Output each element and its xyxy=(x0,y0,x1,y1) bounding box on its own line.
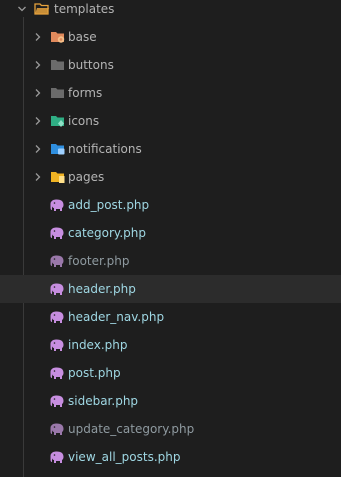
tree-folder-notifications[interactable]: notifications xyxy=(0,135,341,163)
folder-pages-icon xyxy=(50,170,66,184)
php-elephant-icon xyxy=(49,422,65,436)
tree-file-update-category[interactable]: update_category.php xyxy=(0,415,341,443)
folder-icon xyxy=(50,58,66,72)
folder-icon xyxy=(50,86,66,100)
tree-item-label: templates xyxy=(54,2,115,16)
tree-item-label: forms xyxy=(68,86,103,100)
php-elephant-icon xyxy=(49,282,65,296)
tree-file-header-nav[interactable]: header_nav.php xyxy=(0,303,341,331)
tree-folder-forms[interactable]: forms xyxy=(0,79,341,107)
tree-item-label: update_category.php xyxy=(68,422,195,436)
php-elephant-icon xyxy=(49,310,65,324)
tree-file-footer[interactable]: footer.php xyxy=(0,247,341,275)
folder-base-icon xyxy=(50,30,66,44)
tree-folder-templates[interactable]: templates xyxy=(0,0,341,23)
tree-folder-icons[interactable]: icons xyxy=(0,107,341,135)
chevron-right-icon[interactable] xyxy=(32,107,44,135)
chevron-right-icon[interactable] xyxy=(32,163,44,191)
tree-folder-buttons[interactable]: buttons xyxy=(0,51,341,79)
php-elephant-icon xyxy=(49,198,65,212)
tree-item-label: category.php xyxy=(68,226,146,240)
tree-item-label: footer.php xyxy=(68,254,130,268)
php-elephant-icon xyxy=(49,226,65,240)
chevron-right-icon[interactable] xyxy=(32,79,44,107)
php-elephant-icon xyxy=(49,450,65,464)
tree-folder-base[interactable]: base xyxy=(0,23,341,51)
tree-file-header[interactable]: header.php xyxy=(0,275,341,303)
php-elephant-icon xyxy=(49,394,65,408)
folder-open-icon xyxy=(34,2,50,16)
tree-item-label: header.php xyxy=(68,282,136,296)
tree-item-label: notifications xyxy=(68,142,142,156)
tree-item-label: view_all_posts.php xyxy=(68,450,181,464)
chevron-right-icon[interactable] xyxy=(32,135,44,163)
tree-item-label: header_nav.php xyxy=(68,310,165,324)
tree-file-category[interactable]: category.php xyxy=(0,219,341,247)
tree-item-label: pages xyxy=(68,170,105,184)
tree-item-label: index.php xyxy=(68,338,128,352)
php-elephant-icon xyxy=(49,366,65,380)
tree-item-label: sidebar.php xyxy=(68,394,139,408)
tree-file-add-post[interactable]: add_post.php xyxy=(0,191,341,219)
php-elephant-icon xyxy=(49,338,65,352)
chevron-down-icon[interactable] xyxy=(16,0,28,23)
folder-icons-icon xyxy=(50,114,66,128)
chevron-right-icon[interactable] xyxy=(32,51,44,79)
tree-item-label: icons xyxy=(68,114,100,128)
folder-notifications-icon xyxy=(50,142,66,156)
tree-item-label: add_post.php xyxy=(68,198,150,212)
tree-file-post[interactable]: post.php xyxy=(0,359,341,387)
chevron-right-icon[interactable] xyxy=(32,23,44,51)
tree-item-label: post.php xyxy=(68,366,121,380)
tree-file-view-all-posts[interactable]: view_all_posts.php xyxy=(0,443,341,471)
tree-folder-pages[interactable]: pages xyxy=(0,163,341,191)
tree-file-index[interactable]: index.php xyxy=(0,331,341,359)
tree-item-label: buttons xyxy=(68,58,114,72)
file-explorer-tree: templates base buttons forms icons notif… xyxy=(0,0,341,477)
tree-item-label: base xyxy=(68,30,97,44)
php-elephant-icon xyxy=(49,254,65,268)
tree-file-sidebar[interactable]: sidebar.php xyxy=(0,387,341,415)
